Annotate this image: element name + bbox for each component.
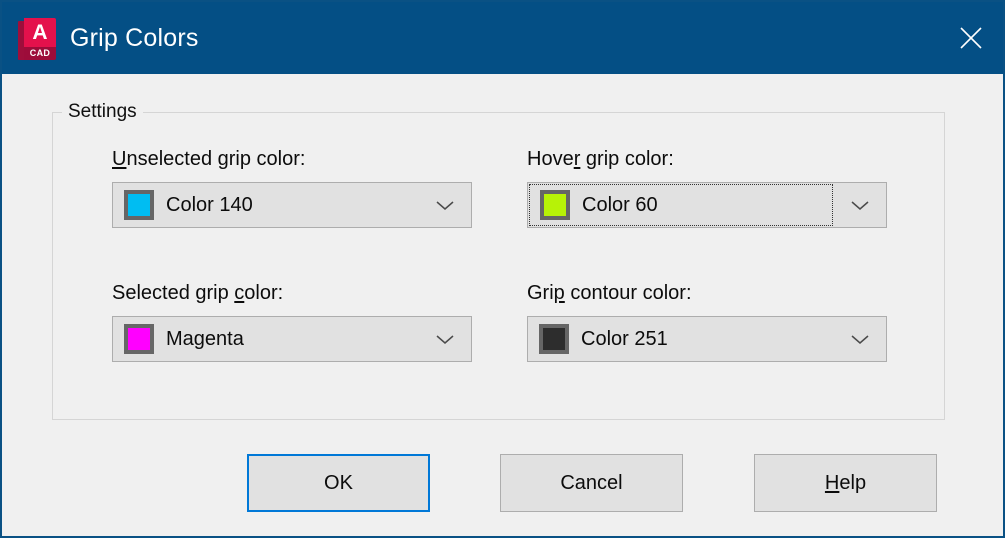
label-grip-contour-color: Grip contour color: bbox=[527, 282, 692, 304]
field-selected-grip-color: Selected grip color: Magenta bbox=[112, 281, 472, 362]
cancel-button[interactable]: Cancel bbox=[500, 454, 683, 512]
autocad-logo-icon: A CAD bbox=[16, 18, 56, 60]
close-icon[interactable] bbox=[939, 2, 1003, 74]
title-bar: A CAD Grip Colors bbox=[2, 2, 1003, 74]
dialog-body: Settings Unselected grip color: Color 14… bbox=[2, 74, 1003, 536]
label-unselected-grip-color: Unselected grip color: bbox=[112, 148, 306, 170]
settings-groupbox: Settings Unselected grip color: Color 14… bbox=[52, 99, 947, 422]
grip-colors-dialog: A CAD Grip Colors Settings Unselected gr… bbox=[0, 0, 1005, 538]
swatch-grip-contour-color bbox=[539, 324, 569, 354]
groupbox-legend: Settings bbox=[62, 99, 143, 125]
field-unselected-grip-color: Unselected grip color: Color 140 bbox=[112, 147, 472, 228]
combo-grip-contour-color[interactable]: Color 251 bbox=[527, 316, 887, 362]
combo-display-contour[interactable]: Color 251 bbox=[529, 318, 833, 360]
combo-selected-grip-color[interactable]: Magenta bbox=[112, 316, 472, 362]
chevron-down-icon[interactable] bbox=[834, 183, 886, 227]
chevron-down-icon[interactable] bbox=[419, 183, 471, 227]
value-unselected-grip-color: Color 140 bbox=[166, 193, 253, 216]
swatch-unselected-grip-color bbox=[124, 190, 154, 220]
combo-display-selected[interactable]: Magenta bbox=[114, 318, 418, 360]
chevron-down-icon[interactable] bbox=[419, 317, 471, 361]
value-selected-grip-color: Magenta bbox=[166, 327, 244, 350]
combo-display-hover[interactable]: Color 60 bbox=[529, 184, 833, 226]
ok-button[interactable]: OK bbox=[247, 454, 430, 512]
value-hover-grip-color: Color 60 bbox=[582, 193, 658, 216]
help-button[interactable]: Help bbox=[754, 454, 937, 512]
value-grip-contour-color: Color 251 bbox=[581, 327, 668, 350]
swatch-hover-grip-color bbox=[540, 190, 570, 220]
label-selected-grip-color: Selected grip color: bbox=[112, 282, 284, 304]
chevron-down-icon[interactable] bbox=[834, 317, 886, 361]
window-title: Grip Colors bbox=[70, 23, 199, 52]
field-grip-contour-color: Grip contour color: Color 251 bbox=[527, 281, 887, 362]
swatch-selected-grip-color bbox=[124, 324, 154, 354]
logo-subtext: CAD bbox=[29, 48, 51, 58]
field-hover-grip-color: Hover grip color: Color 60 bbox=[527, 147, 887, 228]
label-hover-grip-color: Hover grip color: bbox=[527, 148, 674, 170]
combo-display-unselected[interactable]: Color 140 bbox=[114, 184, 418, 226]
logo-letter: A bbox=[32, 21, 48, 44]
combo-hover-grip-color[interactable]: Color 60 bbox=[527, 182, 887, 228]
combo-unselected-grip-color[interactable]: Color 140 bbox=[112, 182, 472, 228]
